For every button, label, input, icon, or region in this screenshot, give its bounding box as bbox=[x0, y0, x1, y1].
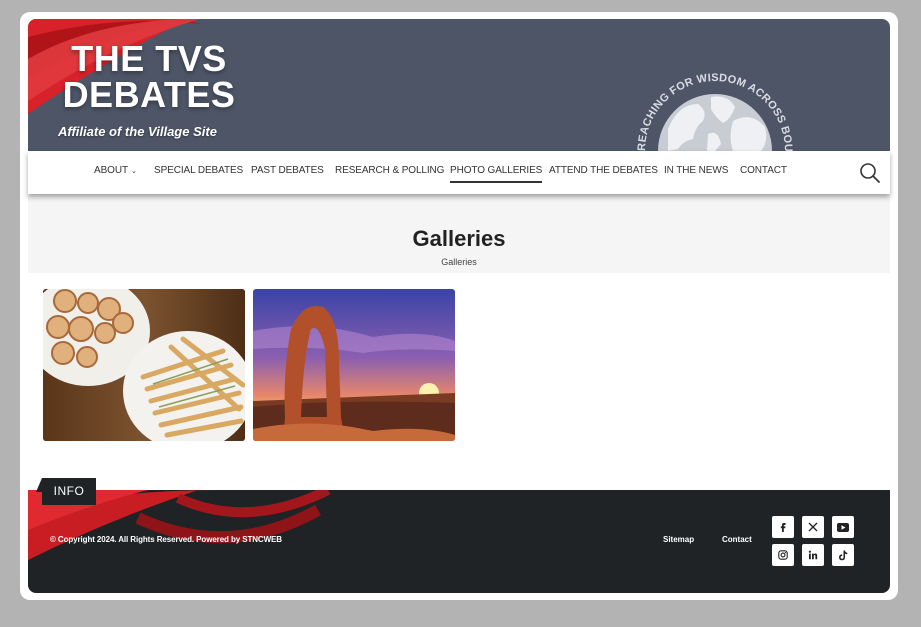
site-footer: © Copyright 2024. All Rights Reserved. P… bbox=[28, 490, 890, 593]
gallery-item-pastries[interactable] bbox=[43, 289, 245, 441]
nav-item-special-debates[interactable]: SPECIAL DEBATES bbox=[154, 151, 243, 194]
site-title-line2: DEBATES bbox=[62, 74, 236, 115]
gallery-item-arch[interactable] bbox=[253, 289, 455, 441]
tiktok-icon[interactable] bbox=[832, 544, 854, 566]
site-title[interactable]: THE TVS DEBATES bbox=[54, 41, 244, 113]
x-icon[interactable] bbox=[802, 516, 824, 538]
footer-link-contact[interactable]: Contact bbox=[722, 535, 752, 544]
footer-info-tab: INFO bbox=[36, 478, 96, 505]
chevron-down-icon: ⌄ bbox=[130, 168, 137, 175]
nav-item-research-polling[interactable]: RESEARCH & POLLING bbox=[335, 151, 444, 194]
nav-item-in-the-news[interactable]: IN THE NEWS bbox=[664, 151, 728, 194]
pastry-platters-photo bbox=[43, 289, 245, 441]
nav-label-about: ABOUT bbox=[94, 165, 128, 176]
nav-item-past-debates[interactable]: PAST DEBATES bbox=[251, 151, 324, 194]
linkedin-icon[interactable] bbox=[802, 544, 824, 566]
site-title-line1: THE TVS bbox=[71, 38, 227, 79]
instagram-icon[interactable] bbox=[772, 544, 794, 566]
copyright-text: © Copyright 2024. All Rights Reserved. P… bbox=[50, 535, 282, 544]
breadcrumb[interactable]: Galleries bbox=[28, 257, 890, 267]
page-title-band: Galleries Galleries bbox=[28, 194, 890, 273]
site-tagline: Affiliate of the Village Site bbox=[58, 124, 217, 139]
page-title: Galleries bbox=[412, 226, 506, 251]
nav-item-contact[interactable]: CONTACT bbox=[740, 151, 787, 194]
nav-item-about[interactable]: ABOUT ⌄ bbox=[94, 151, 137, 194]
nav-item-photo-galleries[interactable]: PHOTO GALLERIES bbox=[450, 151, 543, 194]
site-header: THE TVS DEBATES Affiliate of the Village… bbox=[28, 19, 890, 151]
search-icon[interactable] bbox=[859, 162, 881, 184]
delicate-arch-sunset-photo bbox=[253, 289, 455, 441]
footer-link-sitemap[interactable]: Sitemap bbox=[663, 535, 694, 544]
nav-item-attend-the-debates[interactable]: ATTEND THE DEBATES bbox=[549, 151, 658, 194]
page-card: THE TVS DEBATES Affiliate of the Village… bbox=[20, 12, 898, 600]
facebook-icon[interactable] bbox=[772, 516, 794, 538]
youtube-icon[interactable] bbox=[832, 516, 854, 538]
main-nav: ABOUT ⌄ SPECIAL DEBATES PAST DEBATES RESE… bbox=[28, 151, 890, 194]
globe-logo: REACHING FOR WISDOM ACROSS BOUNDARIES bbox=[623, 49, 794, 151]
